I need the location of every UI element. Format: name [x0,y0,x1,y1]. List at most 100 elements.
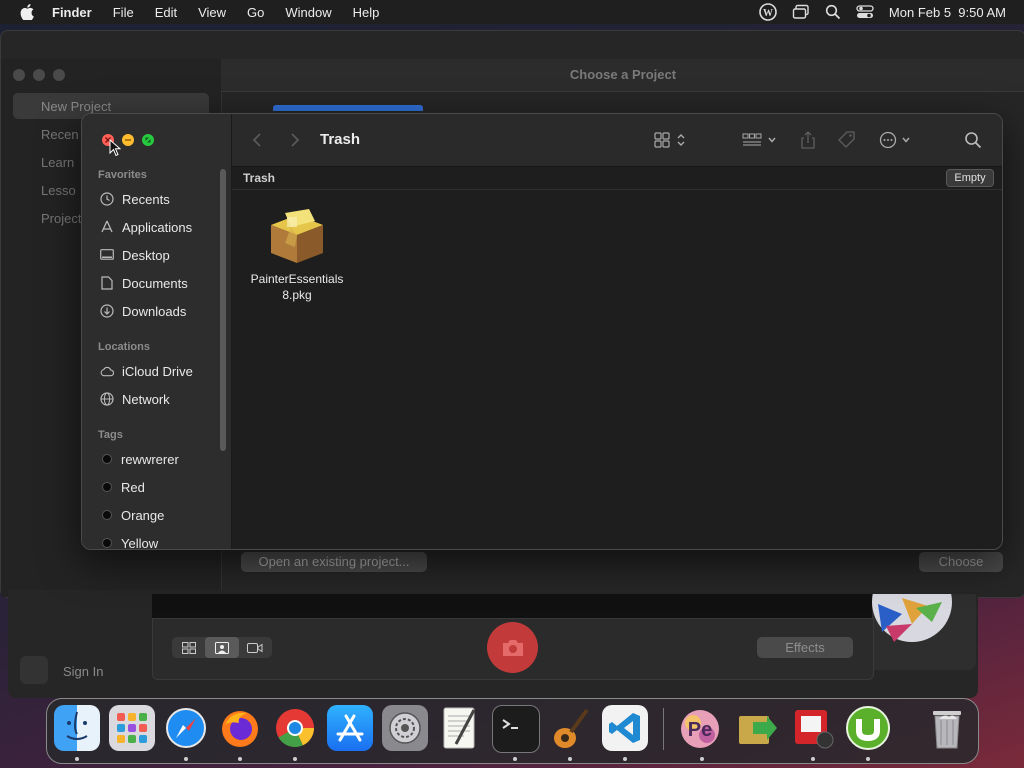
dock-running-indicator [700,757,704,761]
sidebar-item-desktop[interactable]: Desktop [100,244,170,266]
menu-file[interactable]: File [113,5,134,20]
sidebar-item-projects[interactable]: Project [41,211,81,226]
dock-vscode[interactable] [602,705,648,751]
minimize-button[interactable] [122,134,134,146]
photo-mode-icon[interactable] [205,637,239,658]
sidebar-item-label: Downloads [122,303,187,319]
sidebar-item-network[interactable]: Network [100,388,170,410]
dock-migration-assistant[interactable] [734,705,780,751]
sidebar-tag-rewwrerer[interactable]: rewwrerer [100,448,179,470]
menu-edit[interactable]: Edit [155,5,177,20]
empty-trash-button[interactable]: Empty [946,169,994,187]
migration-icon [739,716,777,744]
tag-color-dot [102,482,112,492]
menu-help[interactable]: Help [353,5,380,20]
back-button[interactable] [252,129,262,151]
locations-heading: Locations [98,341,150,353]
trash-header-bar [232,167,1002,190]
group-by-button[interactable] [742,129,777,151]
sidebar-item-label: Yellow [121,535,159,550]
dock-running-indicator [866,757,870,761]
chevron-down-icon [902,137,910,143]
dock-utorrent[interactable] [845,705,891,751]
open-existing-project-button[interactable]: Open an existing project... [241,552,427,572]
zoom-button[interactable] [142,134,154,146]
menu-view[interactable]: View [198,5,226,20]
grid-view-icon[interactable] [172,637,205,658]
dock-terminal[interactable] [492,705,540,753]
guitar-icon [554,708,589,748]
finder-window: Favorites Recents Applications Desktop D… [81,113,1003,550]
effects-button[interactable]: Effects [757,637,853,658]
tag-color-dot [102,538,112,548]
sidebar-item-recents[interactable]: Recents [100,188,170,210]
sidebar-item-recent[interactable]: Recen [41,127,79,142]
globe-icon [100,392,114,406]
sidebar-item-label: iCloud Drive [122,363,193,379]
screen-mirroring-icon[interactable] [792,4,810,20]
applications-icon [100,220,114,234]
sidebar-item-learn[interactable]: Learn [41,155,74,170]
project-window-title: Choose a Project [569,67,677,82]
sidebar-item-new-project[interactable]: New Project [41,99,111,114]
sidebar-tag-yellow[interactable]: Yellow [100,532,159,550]
sidebar-tag-red[interactable]: Red [100,476,145,498]
trash-header-label: Trash [243,171,276,185]
choose-button[interactable]: Choose [919,552,1003,572]
sidebar-item-label: Orange [121,507,165,523]
cloud-icon [100,364,114,378]
apple-menu-icon[interactable] [20,4,34,20]
share-button[interactable] [800,129,816,151]
sidebar-item-label: Network [122,391,170,407]
chevron-down-icon [768,137,776,143]
file-item[interactable]: PainterEssentials 8.pkg [242,207,352,303]
control-center-icon[interactable] [856,4,874,20]
dock-running-indicator [75,757,79,761]
tags-heading: Tags [98,429,123,441]
sign-in-link[interactable]: Sign In [63,664,103,679]
dock-app-store[interactable] [327,705,373,751]
dock-textedit[interactable] [437,705,483,751]
forward-button[interactable] [290,129,300,151]
menu-window[interactable]: Window [285,5,331,20]
dock-chrome[interactable] [272,705,318,751]
sidebar-item-icloud-drive[interactable]: iCloud Drive [100,360,193,382]
dock-running-indicator [513,757,517,761]
dock-running-indicator [238,757,242,761]
sidebar-item-applications[interactable]: Applications [100,216,192,238]
wordpress-icon[interactable]: W [759,3,777,21]
sidebar-tag-orange[interactable]: Orange [100,504,164,526]
firefox-icon [222,711,258,747]
view-mode-segmented-control [172,637,272,658]
dock-safari[interactable] [163,705,209,751]
menu-go[interactable]: Go [247,5,264,20]
dock-running-indicator [293,757,297,761]
tag-button[interactable] [838,129,856,151]
dock-garageband[interactable] [547,705,593,751]
take-photo-button[interactable] [487,622,538,673]
dock-firefox[interactable] [217,705,263,751]
sidebar-scrollbar[interactable] [220,169,226,451]
dock-finder[interactable] [54,705,100,751]
dock-system-settings[interactable] [382,705,428,751]
dock-launchpad[interactable] [109,705,155,751]
finder-icon [66,711,88,740]
photo-thumbnail[interactable] [872,594,976,670]
camera-icon [502,639,523,656]
sidebar-item-label: Red [121,479,145,495]
dock-painter-essentials[interactable]: Pe [677,705,723,751]
dock-photo-booth[interactable] [790,705,836,751]
menu-clock[interactable]: Mon Feb 5 9:50 AM [889,5,1006,20]
sidebar-item-documents[interactable]: Documents [100,272,188,294]
video-mode-icon[interactable] [239,637,272,658]
more-actions-button[interactable] [879,129,911,151]
menu-app-name[interactable]: Finder [52,5,92,20]
spotlight-search-icon[interactable] [825,4,841,20]
dock-trash[interactable] [924,705,970,751]
textedit-icon [443,707,476,749]
sidebar-item-lessons[interactable]: Lesso [41,183,76,198]
dock-running-indicator [568,757,572,761]
sidebar-item-downloads[interactable]: Downloads [100,300,186,322]
search-button[interactable] [964,129,982,151]
view-mode-button[interactable] [654,129,686,151]
